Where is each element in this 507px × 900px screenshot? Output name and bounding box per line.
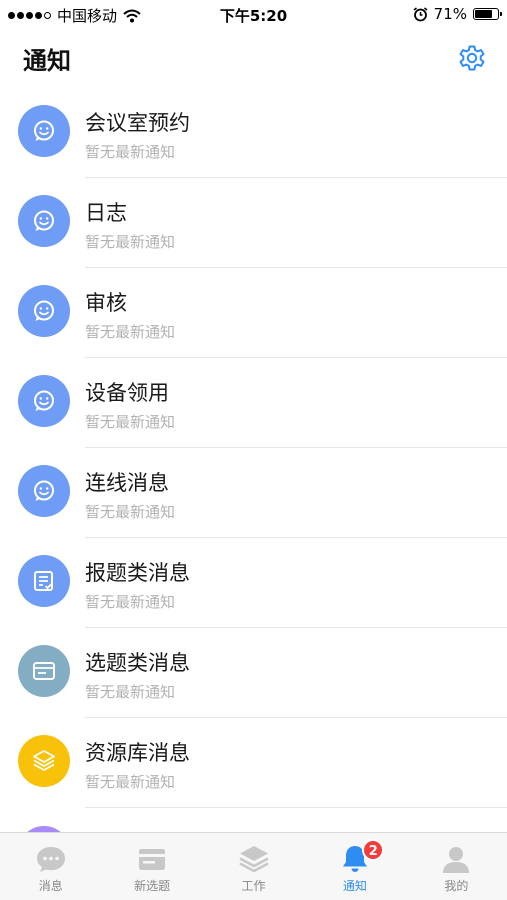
item-title: 资源库消息 [85, 741, 190, 765]
tab-label: 通知 [342, 879, 367, 893]
item-subtitle: 暂无最新通知 [85, 773, 176, 791]
person-icon [443, 847, 470, 873]
page-header: 通知 [0, 30, 507, 90]
tab-notifications[interactable]: 2 通知 [304, 833, 405, 900]
notification-item-connection[interactable]: 连线消息 暂无最新通知 [0, 448, 507, 538]
notification-badge: 2 [362, 839, 385, 861]
notification-item-select-topic[interactable]: 选题类消息 暂无最新通知 [0, 628, 507, 718]
item-avatar [18, 465, 70, 517]
notification-item-equipment[interactable]: 设备领用 暂无最新通知 [0, 358, 507, 448]
item-subtitle: 暂无最新通知 [85, 683, 176, 701]
item-title: 选题类消息 [85, 651, 190, 675]
item-avatar [18, 105, 70, 157]
tab-label: 工作 [241, 879, 266, 893]
smiley-chat-icon [34, 390, 54, 411]
tab-messages[interactable]: 消息 [0, 833, 101, 900]
tab-work[interactable]: 工作 [203, 833, 304, 900]
battery-percent: 71% [433, 5, 467, 23]
item-title: 连线消息 [85, 471, 169, 495]
item-title: 设备领用 [85, 381, 169, 405]
tab-label: 我的 [444, 879, 469, 893]
notification-item-report-topic[interactable]: 报题类消息 暂无最新通知 [0, 538, 507, 628]
item-subtitle: 暂无最新通知 [85, 593, 176, 611]
item-subtitle: 暂无最新通知 [85, 413, 176, 431]
item-title: 审核 [85, 291, 127, 315]
smiley-chat-icon [34, 210, 54, 231]
item-avatar [18, 555, 70, 607]
smiley-chat-icon [34, 480, 54, 501]
notification-item-review[interactable]: 审核 暂无最新通知 [0, 268, 507, 358]
card-icon [33, 662, 55, 680]
item-title: 会议室预约 [85, 111, 190, 135]
notification-item-resource-library[interactable]: 资源库消息 暂无最新通知 [0, 718, 507, 808]
divider [85, 807, 507, 808]
smiley-chat-icon [34, 120, 54, 141]
smiley-chat-icon [34, 300, 54, 321]
card-stack-icon [139, 849, 166, 870]
alarm-icon [413, 6, 428, 21]
notification-item-meeting-room[interactable]: 会议室预约 暂无最新通知 [0, 88, 507, 178]
notification-list: 会议室预约 暂无最新通知 日志 暂无最新通知 审核 暂无最新通知 设备领用 暂无… [0, 88, 507, 808]
item-subtitle: 暂无最新通知 [85, 503, 176, 521]
tab-profile[interactable]: 我的 [406, 833, 507, 900]
item-subtitle: 暂无最新通知 [85, 143, 176, 161]
item-avatar [18, 285, 70, 337]
status-bar: 中国移动 下午5:20 71% [0, 0, 507, 30]
checklist-icon [34, 571, 53, 591]
layers-icon [238, 846, 269, 873]
item-avatar [18, 645, 70, 697]
settings-gear-icon[interactable] [456, 42, 488, 74]
page-title: 通知 [23, 47, 71, 75]
item-avatar [18, 375, 70, 427]
item-avatar [18, 195, 70, 247]
chat-bubble-icon [36, 847, 65, 872]
tab-new-topic[interactable]: 新选题 [101, 833, 202, 900]
item-subtitle: 暂无最新通知 [85, 323, 176, 341]
item-subtitle: 暂无最新通知 [85, 233, 176, 251]
battery-icon [473, 8, 502, 20]
item-title: 报题类消息 [85, 561, 190, 585]
item-avatar [18, 735, 70, 787]
notification-item-log[interactable]: 日志 暂无最新通知 [0, 178, 507, 268]
tab-label: 新选题 [134, 879, 171, 893]
layers-icon [33, 750, 55, 771]
item-title: 日志 [85, 201, 127, 225]
status-bar-right: 71% [413, 5, 502, 23]
tab-label: 消息 [38, 879, 63, 893]
bottom-tab-bar: 消息 新选题 工作 2 通知 我的 [0, 832, 507, 900]
